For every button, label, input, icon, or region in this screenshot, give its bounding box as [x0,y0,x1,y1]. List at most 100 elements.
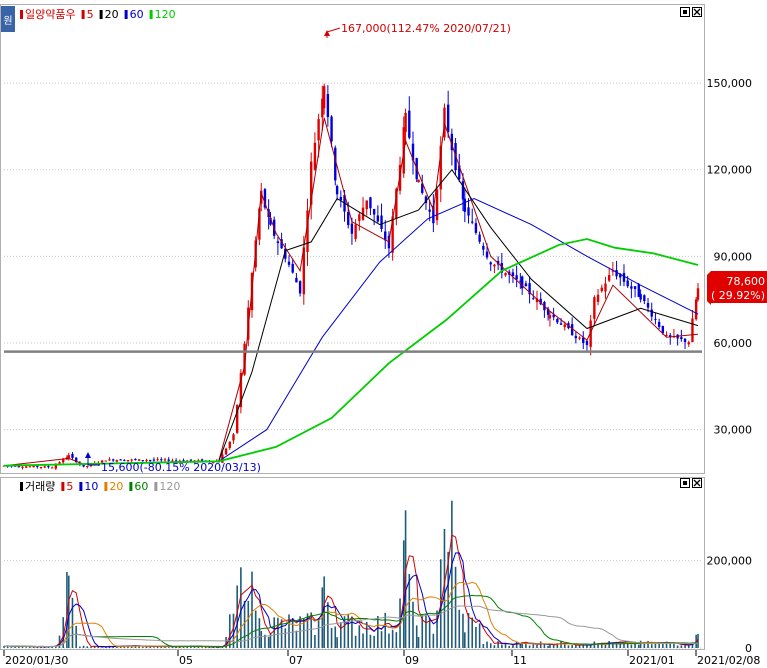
candle-body [471,221,474,223]
volume-bar [454,566,457,648]
legend-swatch [61,482,65,491]
candle-body [633,286,637,289]
candle-body [326,94,330,118]
candle-body [417,179,420,183]
candle-body [313,142,317,170]
volume-bar [528,645,531,648]
volume-bar [539,641,542,648]
candle-body [532,298,535,300]
volume-bar [680,645,683,648]
candle-body [347,212,350,226]
candle-body [43,466,46,468]
legend-label[interactable]: 거래량 [25,480,55,493]
legend-swatch [20,10,23,19]
candle-body [600,287,603,292]
candle-body [224,448,228,455]
legend-label[interactable]: 5 [66,480,73,493]
volume-bar [171,647,174,648]
candle-body [276,241,280,243]
legend-label[interactable]: 10 [84,480,98,493]
candle-body [330,116,333,142]
candle-body [696,288,700,300]
x-axis-label: 2021/01 [629,654,675,667]
volume-bar [543,644,546,648]
legend-label[interactable]: 120 [155,8,176,21]
candle-body [463,198,467,212]
volume-bar [258,618,261,648]
volume-bar [464,632,466,648]
candle-body [32,465,35,468]
candle-body [291,263,294,273]
candle-body [604,283,607,292]
volume-bar [373,635,375,648]
legend-label[interactable]: 20 [105,8,119,21]
volume-bar [547,645,549,648]
x-axis-label: 2021/02/08 [697,654,760,667]
candle-body [474,223,478,233]
x-axis-label: 09 [405,654,419,667]
volume-bar [82,645,85,648]
candle-body [687,342,690,345]
volume-bar [291,617,294,648]
legend-swatch [129,482,133,491]
legend-label[interactable]: 120 [159,480,180,493]
candle-body [287,261,291,265]
candle-body [58,462,61,464]
candle-body [232,434,235,441]
volume-bar [142,646,144,648]
volume-bar [630,644,633,648]
last-price-value: 78,600 [727,275,766,288]
candle-body [298,281,302,294]
candle-body [71,454,74,458]
volume-bar [167,647,170,648]
volume-bar [425,613,427,648]
candle-body [626,280,629,287]
volume-bar [358,625,361,648]
candle-body [683,338,687,343]
volume-bar [240,567,242,648]
candle-body [691,318,694,343]
volume-bar [362,633,364,648]
volume-bar [334,626,337,648]
volume-bar [478,623,481,648]
candle-body [578,337,581,339]
legend-label[interactable]: 일양약품우 [25,7,76,21]
volume-bar [643,643,646,648]
candle-body [369,197,372,209]
last-price-change: ( 29.92%) [711,289,765,302]
legend-swatch [99,10,103,19]
volume-bar [536,644,538,648]
high-annotation-text: 167,000(112.47% 2020/07/21) [341,22,511,35]
candle-body [335,186,339,195]
candle-body [467,207,470,216]
volume-bar [512,645,514,648]
volume-bar [501,644,503,648]
legend-label[interactable]: 60 [130,8,144,21]
volume-bar [571,645,573,648]
volume-bar [193,646,196,648]
candle-body [28,466,32,468]
volume-bar [486,641,488,648]
candle-body [585,340,589,345]
candle-body [482,245,485,250]
volume-bar [508,645,511,648]
legend-label[interactable]: 20 [109,480,123,493]
candle-body [228,441,231,448]
x-axis-label: 2020/01/30 [5,654,68,667]
candle-body [295,277,298,283]
volume-bar [563,644,566,648]
volume-bar [267,637,270,648]
candle-body [680,337,683,340]
low-annotation-text: 15,600(-80.15% 2020/03/13) [101,461,261,474]
volume-tick-label: 200,000 [707,555,753,568]
volume-bar [586,645,588,648]
candle-body [559,323,563,325]
price-tick-label: 90,000 [714,250,753,263]
volume-bar [71,597,74,648]
candle-body [86,465,89,467]
candle-body [36,465,39,467]
candle-body [50,467,54,469]
legend-label[interactable]: 60 [134,480,148,493]
candle-body [372,209,376,215]
legend-label[interactable]: 5 [87,8,94,21]
